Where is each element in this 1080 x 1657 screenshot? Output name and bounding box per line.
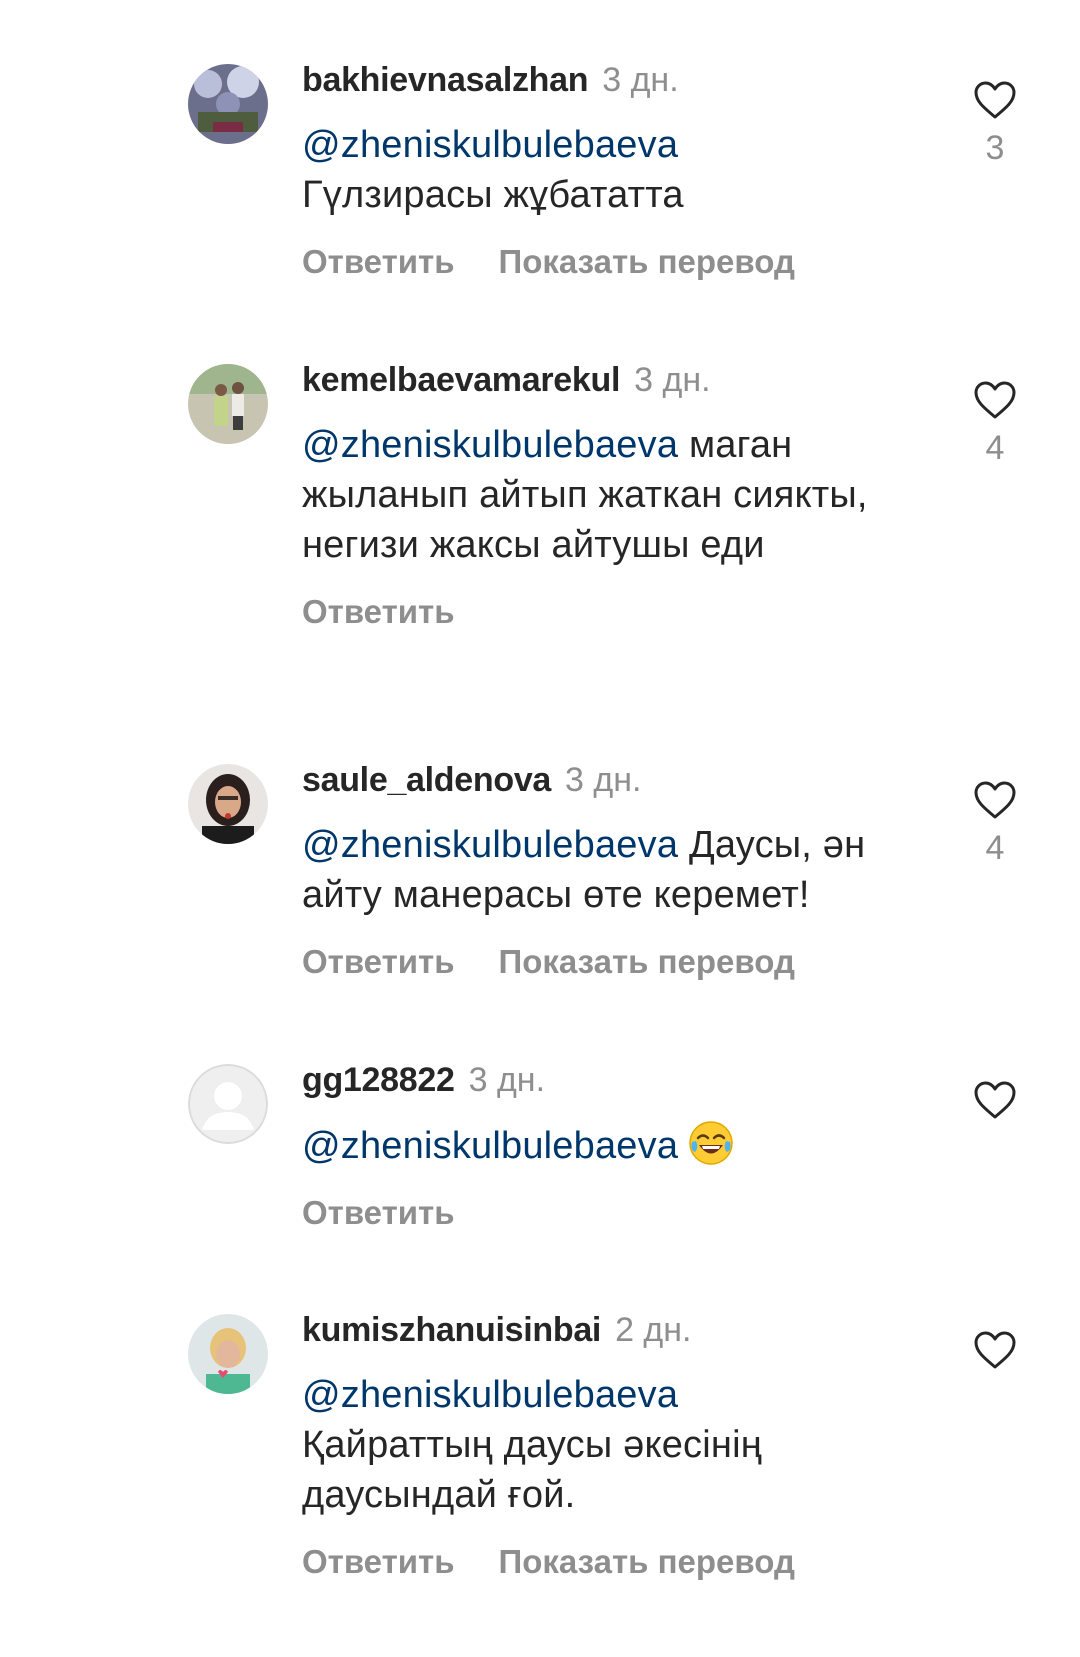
comment-body: gg128822 3 дн. @zheniskulbulebaeva Ответи… <box>302 1060 942 1233</box>
heart-outline-icon[interactable] <box>970 780 1020 820</box>
comment-text: @zheniskulbulebaeva Даусы, ән айту манер… <box>302 820 942 920</box>
reply-button[interactable]: Ответить <box>302 593 455 630</box>
reply-button[interactable]: Ответить <box>302 1543 455 1580</box>
comment-actions: Ответить <box>302 1193 942 1233</box>
username[interactable]: saule_aldenova <box>302 761 551 799</box>
mention-link[interactable]: @zheniskulbulebaeva <box>302 124 678 166</box>
show-translation-button[interactable]: Показать перевод <box>499 943 795 980</box>
reply-button[interactable]: Ответить <box>302 943 455 980</box>
comment-content: Қайраттың даусы әкесінің даусындай ғой. <box>302 1424 762 1516</box>
comment-actions: Ответить Показать перевод <box>302 1542 942 1582</box>
comment-body: kumiszhanuisinbai 2 дн. @zheniskulbulebae… <box>302 1310 942 1582</box>
mention-link[interactable]: @zheniskulbulebaeva <box>302 824 678 866</box>
comment-meta: kumiszhanuisinbai 2 дн. <box>302 1310 942 1350</box>
like-count[interactable]: 3 <box>970 128 1020 168</box>
avatar[interactable] <box>188 64 268 144</box>
avatar[interactable] <box>188 764 268 844</box>
heart-outline-icon[interactable] <box>970 1330 1020 1370</box>
avatar[interactable] <box>188 364 268 444</box>
like-count[interactable]: 4 <box>970 828 1020 868</box>
mention-link[interactable]: @zheniskulbulebaeva <box>302 1125 678 1167</box>
timestamp[interactable]: 2 дн. <box>615 1311 691 1349</box>
like-area <box>970 1080 1020 1120</box>
comment-actions: Ответить Показать перевод <box>302 942 942 982</box>
heart-outline-icon[interactable] <box>970 80 1020 120</box>
show-translation-button[interactable]: Показать перевод <box>499 1543 795 1580</box>
username[interactable]: bakhievnasalzhan <box>302 61 589 99</box>
heart-outline-icon[interactable] <box>970 1080 1020 1120</box>
timestamp[interactable]: 3 дн. <box>602 61 678 99</box>
comment-body: bakhievnasalzhan 3 дн. @zheniskulbulebaev… <box>302 60 942 282</box>
comment-body: saule_aldenova 3 дн. @zheniskulbulebaeva … <box>302 760 942 982</box>
timestamp[interactable]: 3 дн. <box>565 761 641 799</box>
default-avatar-icon[interactable] <box>188 1064 268 1144</box>
tears-of-joy-emoji-icon <box>688 1120 734 1166</box>
like-area: 3 <box>970 80 1020 168</box>
timestamp[interactable]: 3 дн. <box>634 361 710 399</box>
reply-button[interactable]: Ответить <box>302 243 455 280</box>
comment-meta: gg128822 3 дн. <box>302 1060 942 1100</box>
comment-actions: Ответить Показать перевод <box>302 242 942 282</box>
comment-meta: kemelbaevamarekul 3 дн. <box>302 360 942 400</box>
show-translation-button[interactable]: Показать перевод <box>499 243 795 280</box>
comment-meta: bakhievnasalzhan 3 дн. <box>302 60 942 100</box>
like-area: 4 <box>970 780 1020 868</box>
comment-text: @zheniskulbulebaeva маган жыланып айтып … <box>302 420 942 570</box>
comment-actions: Ответить <box>302 592 942 632</box>
heart-outline-icon[interactable] <box>970 380 1020 420</box>
comment-text: @zheniskulbulebaeva <box>302 1120 942 1171</box>
comment-content: Гүлзирасы жұбататта <box>302 174 684 216</box>
comment-text: @zheniskulbulebaeva Қайраттың даусы әкес… <box>302 1370 942 1520</box>
username[interactable]: gg128822 <box>302 1061 455 1099</box>
reply-button[interactable]: Ответить <box>302 1194 455 1231</box>
timestamp[interactable]: 3 дн. <box>469 1061 545 1099</box>
comment-text: @zheniskulbulebaeva Гүлзирасы жұбататта <box>302 120 942 220</box>
username[interactable]: kumiszhanuisinbai <box>302 1311 601 1349</box>
avatar[interactable] <box>188 1314 268 1394</box>
mention-link[interactable]: @zheniskulbulebaeva <box>302 1374 678 1416</box>
mention-link[interactable]: @zheniskulbulebaeva <box>302 424 678 466</box>
username[interactable]: kemelbaevamarekul <box>302 361 620 399</box>
like-area: 4 <box>970 380 1020 468</box>
like-count[interactable]: 4 <box>970 428 1020 468</box>
comment-meta: saule_aldenova 3 дн. <box>302 760 942 800</box>
comment-body: kemelbaevamarekul 3 дн. @zheniskulbulebae… <box>302 360 942 632</box>
like-area <box>970 1330 1020 1370</box>
